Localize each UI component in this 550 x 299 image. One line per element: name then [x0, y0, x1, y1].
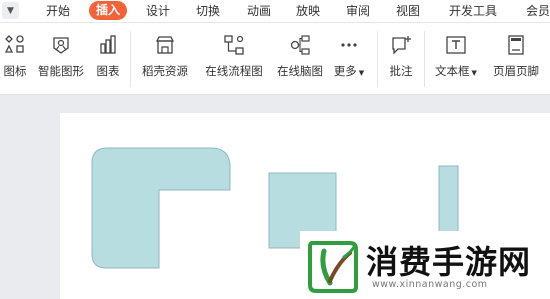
tab-insert[interactable]: 插入: [89, 1, 128, 20]
textbox-button[interactable]: 文本框 ▼: [430, 23, 482, 94]
ribbon-separator: [377, 31, 378, 87]
tab-view[interactable]: 视图: [396, 0, 420, 22]
leaf-logo-icon: [308, 241, 358, 293]
menu-bar: ▼ 开始 插入 设计 切换 动画 放映 审阅 视图 开发工具 会员: [0, 0, 550, 23]
more-button[interactable]: 更多 ▼: [330, 23, 368, 94]
chart-button[interactable]: 图表: [92, 23, 124, 94]
menu-collapse-button[interactable]: ▼: [2, 2, 19, 19]
more-label: 更多 ▼: [333, 64, 365, 78]
tab-review[interactable]: 审阅: [346, 0, 370, 22]
chart-label: 图表: [96, 64, 120, 78]
caret-down-icon: ▼: [358, 69, 365, 77]
tab-slideshow[interactable]: 放映: [296, 0, 320, 22]
textbox-label: 文本框 ▼: [435, 64, 477, 78]
resources-button[interactable]: 稻壳资源: [138, 23, 192, 94]
smart-graphic-button[interactable]: 智能图形: [34, 23, 88, 94]
smart-graphic-label: 智能图形: [38, 64, 84, 78]
ribbon-separator: [130, 31, 131, 87]
comment-add-icon: [392, 36, 411, 55]
tab-animation[interactable]: 动画: [247, 0, 271, 22]
mindmap-label: 在线脑图: [277, 64, 323, 78]
ribbon-separator: [424, 31, 425, 87]
tab-member[interactable]: 会员: [526, 0, 550, 22]
header-footer-icon: [508, 35, 524, 55]
flowchart-label: 在线流程图: [205, 64, 263, 78]
comment-button[interactable]: 批注: [384, 23, 418, 94]
flowchart-icon: [224, 35, 244, 55]
chevron-down-icon: ▼: [7, 5, 14, 16]
flowchart-button[interactable]: 在线流程图: [200, 23, 268, 94]
ribbon-toolbar: 图标 智能图形 图表 稻壳资源 在线流程图 在线脑图 更多 ▼ 批注 文本框 ▼…: [0, 23, 550, 95]
more-dots-icon: [341, 43, 357, 47]
icon-label: 图标: [3, 64, 27, 78]
bar-chart-icon: [100, 35, 116, 54]
store-icon: [155, 36, 175, 54]
tab-developer[interactable]: 开发工具: [449, 0, 497, 22]
smart-graphic-icon: [53, 37, 69, 54]
resources-label: 稻壳资源: [142, 64, 188, 78]
mindmap-icon: [290, 35, 310, 55]
icon-button[interactable]: 图标: [0, 23, 30, 94]
header-footer-button[interactable]: 页眉页脚: [488, 23, 544, 94]
tab-design[interactable]: 设计: [146, 0, 170, 22]
l-shape[interactable]: [91, 147, 231, 269]
header-footer-label: 页眉页脚: [493, 64, 539, 78]
caret-down-icon: ▼: [471, 69, 477, 77]
tab-home[interactable]: 开始: [46, 0, 70, 22]
watermark-title: 消费手游网: [366, 243, 532, 281]
comment-label: 批注: [389, 64, 413, 78]
watermark: 消费手游网 www.xinnanwang.com: [300, 231, 550, 299]
textbox-icon: [446, 36, 466, 54]
mindmap-button[interactable]: 在线脑图: [272, 23, 328, 94]
partial-shape[interactable]: [438, 165, 459, 234]
shapes-icon: [4, 35, 24, 53]
tab-transition[interactable]: 切换: [196, 0, 220, 22]
watermark-url: www.xinnanwang.com: [372, 279, 488, 290]
